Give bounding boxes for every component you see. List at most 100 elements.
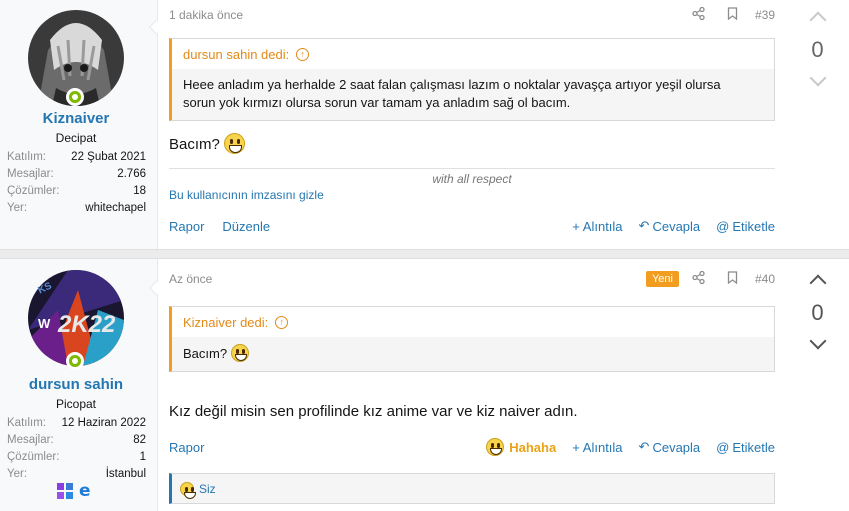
message-text: Bacım? xyxy=(169,136,220,153)
stat-label: Mesajlar: xyxy=(7,434,54,446)
user-stats: Katılım: 22 Şubat 2021 Mesajlar: 2.766 Çöz… xyxy=(7,149,146,217)
user-stats: Katılım: 12 Haziran 2022 Mesajlar: 82 Çözü… xyxy=(7,415,146,483)
bookmark-icon[interactable] xyxy=(725,271,741,287)
svg-text:W: W xyxy=(38,316,51,331)
reply-button[interactable]: ↶ Cevapla xyxy=(639,218,701,234)
go-to-quote-icon[interactable]: ↑ xyxy=(275,315,289,329)
at-icon: @ xyxy=(716,218,730,234)
grinning-emoji-icon xyxy=(230,344,249,362)
edge-browser-icon: e xyxy=(79,481,91,501)
laughing-emoji-icon xyxy=(486,438,505,456)
quote-label: Alıntıla xyxy=(582,218,623,234)
new-badge: Yeni xyxy=(645,271,679,287)
stat-label: Katılım: xyxy=(7,151,46,163)
quote-author[interactable]: Kiznaiver dedi: xyxy=(183,315,268,330)
go-to-quote-icon[interactable]: ↑ xyxy=(296,47,310,61)
stat-row-solutions: Çözümler: 1 xyxy=(7,449,146,466)
share-icon[interactable] xyxy=(691,6,707,23)
reactions-bar[interactable]: Siz xyxy=(169,473,775,504)
stat-label: Çözümler: xyxy=(7,451,60,463)
post-message: Kız değil misin sen profilinde kız anime… xyxy=(169,403,578,420)
bookmark-icon[interactable] xyxy=(725,7,741,23)
quote-button[interactable]: + Alıntıla xyxy=(572,219,622,234)
quote-block: dursun sahin dedi: ↑ Heee anladım ya her… xyxy=(169,38,775,121)
user-title: Picopat xyxy=(55,397,97,411)
haha-reaction-button[interactable]: Hahaha xyxy=(486,438,556,456)
quote-label: Alıntıla xyxy=(582,439,623,455)
plus-icon: + xyxy=(572,439,580,455)
reply-button[interactable]: ↶ Cevapla xyxy=(639,439,701,455)
os-icons: e xyxy=(57,481,91,501)
post-meta: 1 dakika önce #39 xyxy=(169,5,775,25)
tag-label: Etiketle xyxy=(732,439,775,455)
post-separator xyxy=(0,250,849,258)
report-link[interactable]: Rapor xyxy=(169,219,204,234)
grinning-emoji-icon xyxy=(224,133,246,154)
stat-row-messages: Mesajlar: 2.766 xyxy=(7,166,146,183)
post-40: W 2K22 KS dursun sahin Picopat Katılım: 1… xyxy=(0,258,849,511)
stat-label: Yer: xyxy=(7,202,28,214)
quote-author[interactable]: dursun sahin dedi: xyxy=(183,47,289,62)
reply-label: Cevapla xyxy=(652,218,701,234)
username[interactable]: Kiznaiver xyxy=(0,110,152,127)
quote-text-content: Bacım? xyxy=(183,346,228,361)
quote-button[interactable]: + Alıntıla xyxy=(572,440,622,455)
post-actions: Rapor Hahaha + Alıntıla ↶ Cevapla @ Etiketl… xyxy=(169,437,775,457)
plus-icon: + xyxy=(572,218,580,234)
quote-header[interactable]: dursun sahin dedi: ↑ xyxy=(172,39,774,69)
signature: with all respect xyxy=(432,172,512,186)
reactions-by[interactable]: Siz xyxy=(199,482,216,496)
chevron-up-icon xyxy=(809,274,826,292)
stat-value: 2.766 xyxy=(117,168,146,180)
stat-row-messages: Mesajlar: 82 xyxy=(7,432,146,449)
stat-value: 82 xyxy=(133,434,146,446)
post-time[interactable]: 1 dakika önce xyxy=(169,8,673,22)
stat-value: 1 xyxy=(139,451,146,463)
user-title: Decipat xyxy=(55,131,97,145)
share-icon[interactable] xyxy=(691,270,707,287)
vote-count: 0 xyxy=(811,37,824,62)
user-cell: W 2K22 KS dursun sahin Picopat Katılım: 1… xyxy=(0,259,158,511)
quote-text: Heee anladım ya herhalde 2 saat falan ça… xyxy=(183,77,721,110)
downvote-button[interactable] xyxy=(786,68,849,94)
report-link[interactable]: Rapor xyxy=(169,440,204,455)
stat-value: İstanbul xyxy=(105,468,146,480)
stat-row-location: Yer: whitechapel xyxy=(7,200,146,217)
upvote-button[interactable] xyxy=(786,6,849,32)
signature-divider xyxy=(169,168,775,169)
user-cell: Kiznaiver Decipat Katılım: 22 Şubat 2021 … xyxy=(0,0,158,249)
upvote-button[interactable] xyxy=(786,269,849,295)
vote-column: 0 xyxy=(786,6,849,94)
stat-row-solutions: Çözümler: 18 xyxy=(7,183,146,200)
stat-value: 12 Haziran 2022 xyxy=(61,417,146,429)
stat-row-location: Yer: İstanbul xyxy=(7,466,146,483)
quote-text: Bacım? xyxy=(172,337,774,371)
online-status-icon xyxy=(66,352,84,370)
stat-label: Mesajlar: xyxy=(7,168,54,180)
post-actions: Rapor Düzenle + Alıntıla ↶ Cevapla @ Etiket… xyxy=(169,216,775,236)
chevron-down-icon xyxy=(809,69,826,87)
stat-value: whitechapel xyxy=(85,202,146,214)
tag-button[interactable]: @ Etiketle xyxy=(716,440,775,455)
username[interactable]: dursun sahin xyxy=(0,376,152,393)
stat-label: Yer: xyxy=(7,468,28,480)
tag-button[interactable]: @ Etiketle xyxy=(716,219,775,234)
haha-label: Hahaha xyxy=(509,439,557,455)
post-number[interactable]: #40 xyxy=(755,272,775,286)
stat-label: Katılım: xyxy=(7,417,46,429)
svg-text:2K22: 2K22 xyxy=(57,311,116,338)
stat-row-joined: Katılım: 22 Şubat 2021 xyxy=(7,149,146,166)
reply-label: Cevapla xyxy=(652,439,701,455)
windows-icon xyxy=(57,483,73,499)
online-status-icon xyxy=(66,88,84,106)
stat-row-joined: Katılım: 12 Haziran 2022 xyxy=(7,415,146,432)
downvote-button[interactable] xyxy=(786,331,849,357)
edit-link[interactable]: Düzenle xyxy=(222,219,270,234)
post-meta: Az önce Yeni #40 xyxy=(169,269,775,289)
post-time[interactable]: Az önce xyxy=(169,272,646,286)
quote-header[interactable]: Kiznaiver dedi: ↑ xyxy=(172,307,774,337)
hide-signature-link[interactable]: Bu kullanıcının imzasını gizle xyxy=(169,188,324,202)
quote-block: Kiznaiver dedi: ↑ Bacım? xyxy=(169,306,775,372)
chevron-up-icon xyxy=(809,11,826,29)
post-number[interactable]: #39 xyxy=(755,8,775,22)
